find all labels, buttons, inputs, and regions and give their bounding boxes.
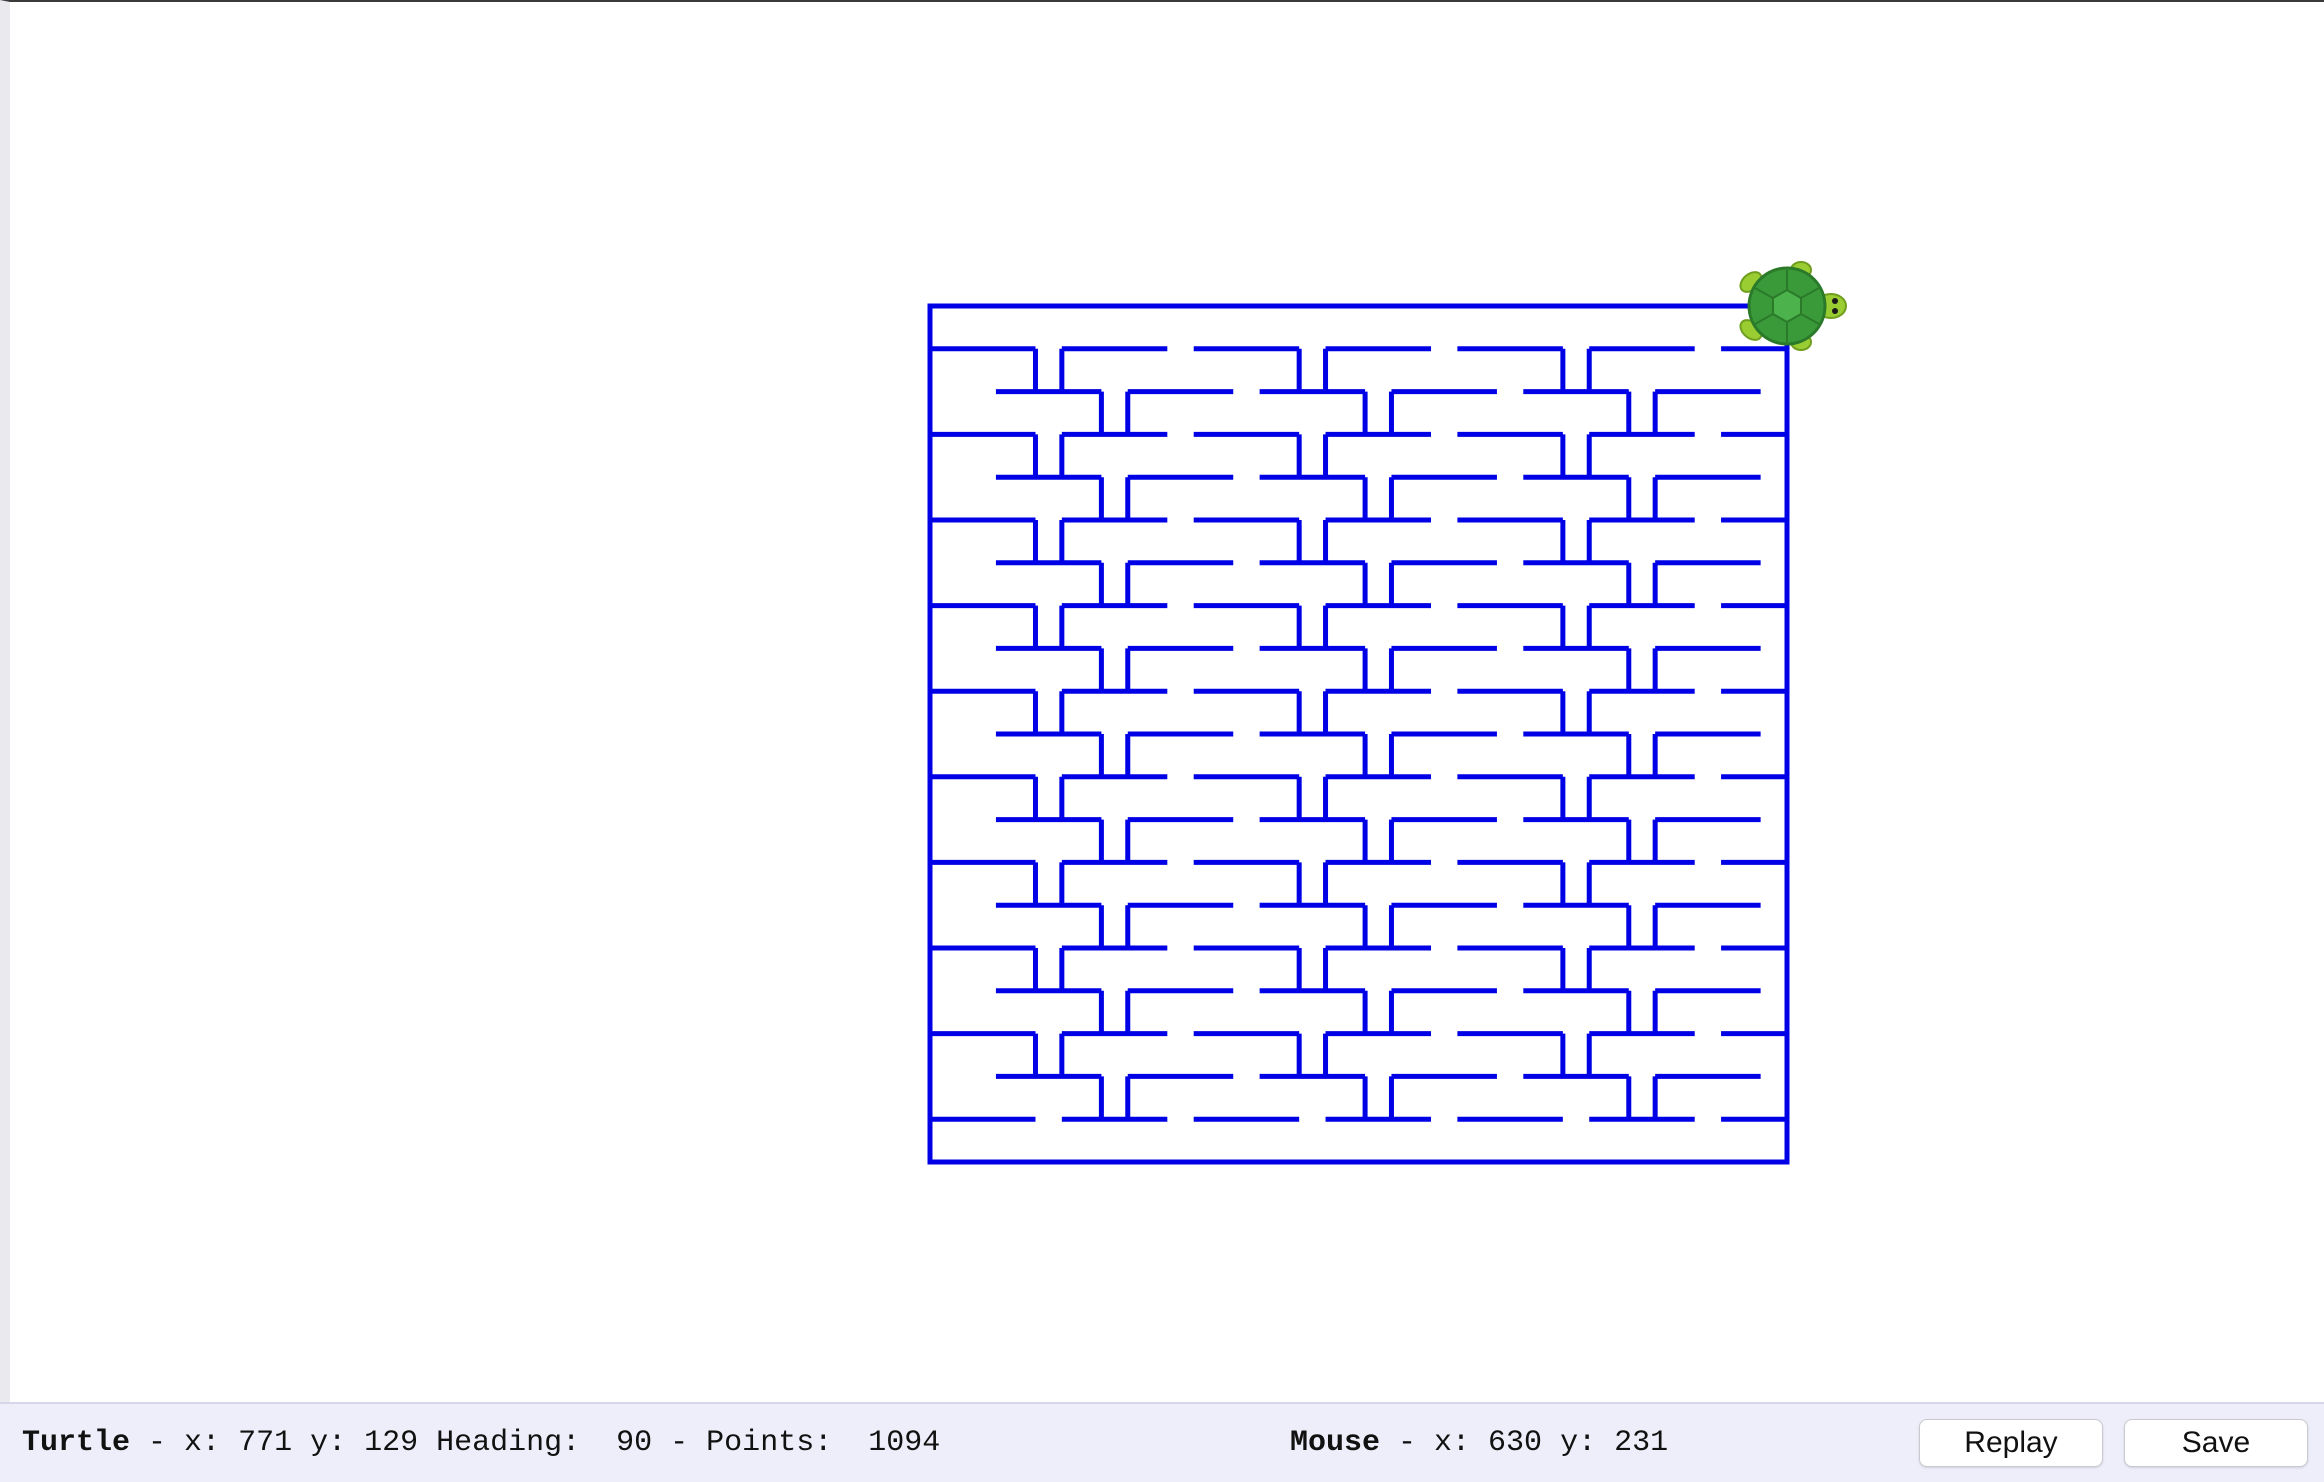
- mouse-label: Mouse: [1290, 1426, 1381, 1460]
- drawing-row-3: [995, 474, 1761, 520]
- points-label: - Points:: [652, 1426, 869, 1460]
- save-button[interactable]: Save: [2124, 1419, 2308, 1467]
- drawing-row-8: [930, 688, 1790, 734]
- drawing-row-15: [995, 988, 1761, 1034]
- drawing-row-11: [995, 817, 1761, 863]
- replay-button[interactable]: Replay: [1919, 1419, 2103, 1467]
- turtle-icon: [1739, 261, 1847, 351]
- points-value: 1094: [868, 1426, 941, 1460]
- drawing-svg: [927, 261, 1847, 1165]
- turtle-y-label: y:: [292, 1426, 365, 1460]
- status-bar: Turtle - x: 771 y: 129 Heading: 90 - Poi…: [0, 1402, 2324, 1482]
- drawing-row-16: [930, 1031, 1790, 1077]
- turtle-label: Turtle: [22, 1426, 131, 1460]
- drawing-row-2: [930, 431, 1790, 478]
- turtle-y-value: 129: [364, 1426, 419, 1460]
- heading-value: 90: [616, 1426, 653, 1460]
- drawing-row-0: [930, 346, 1790, 392]
- fractal-drawing: [927, 303, 1790, 1165]
- mouse-x-label: - x:: [1380, 1426, 1489, 1460]
- drawing-row-4: [930, 517, 1790, 563]
- heading-label: Heading:: [418, 1426, 617, 1460]
- drawing-row-1: [995, 389, 1761, 435]
- drawing-row-7: [995, 645, 1761, 692]
- mouse-x-value: 630: [1488, 1426, 1543, 1460]
- turtle-canvas[interactable]: [0, 0, 2324, 1402]
- drawing-row-17: [995, 1073, 1761, 1120]
- drawing-row-14: [930, 945, 1790, 991]
- turtle-x-value: 771: [238, 1426, 293, 1460]
- drawing-row-6: [930, 603, 1790, 649]
- drawing-row-13: [995, 902, 1761, 948]
- mouse-y-value: 231: [1614, 1426, 1669, 1460]
- turtle-x-label: - x:: [130, 1426, 239, 1460]
- mouse-y-label: y:: [1542, 1426, 1615, 1460]
- drawing-row-5: [995, 560, 1761, 606]
- turtle-status: Turtle - x: 771 y: 129 Heading: 90 - Poi…: [22, 1426, 940, 1460]
- drawing-row-9: [995, 731, 1761, 777]
- mouse-status: Mouse - x: 630 y: 231: [1290, 1426, 1668, 1460]
- drawing-row-12: [930, 859, 1790, 906]
- drawing-row-10: [930, 774, 1790, 820]
